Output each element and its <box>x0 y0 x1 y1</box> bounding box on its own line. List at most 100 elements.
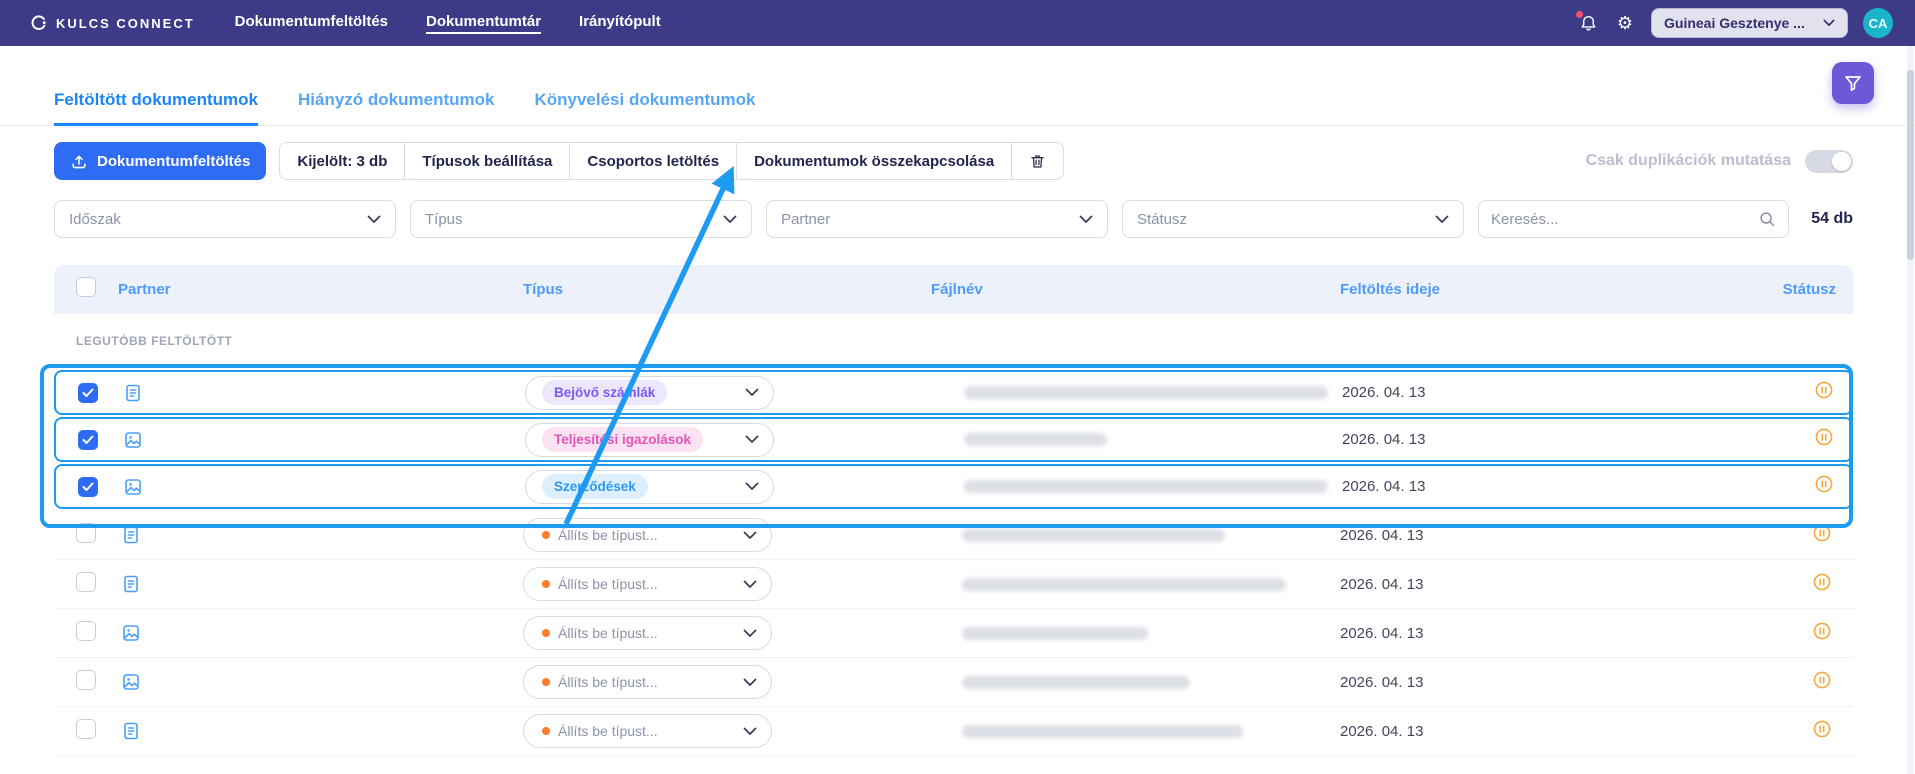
row-type-select[interactable]: Állíts be típust... <box>523 518 772 552</box>
row-checkbox[interactable] <box>76 669 96 690</box>
filter-tipus-select[interactable]: Típus <box>410 200 752 238</box>
table-row[interactable]: Állíts be típust... 2026. 04. 13 <box>54 511 1853 560</box>
scrollbar-thumb[interactable] <box>1907 70 1914 260</box>
row-checkbox[interactable] <box>76 620 96 641</box>
tab-konyvelesi-dokumentumok[interactable]: Könyvelési dokumentumok <box>534 90 755 125</box>
row-type-select[interactable]: Állíts be típust... <box>523 616 772 650</box>
file-icon <box>112 525 174 545</box>
filename-blurred <box>964 386 1328 399</box>
status-pending-icon[interactable] <box>1813 671 1831 689</box>
status-pending-icon[interactable] <box>1813 573 1831 591</box>
filename-blurred <box>964 480 1328 493</box>
image-icon <box>112 623 174 643</box>
trash-icon <box>1029 153 1046 170</box>
table-row[interactable]: Bejövő számlák 2026. 04. 13 <box>54 370 1853 415</box>
upload-date: 2026. 04. 13 <box>1342 478 1426 495</box>
top-navbar: KULCS CONNECT Dokumentumfeltöltés Dokume… <box>0 0 1915 46</box>
image-icon <box>112 672 174 692</box>
document-tabs: Feltöltött dokumentumok Hiányzó dokument… <box>0 46 1915 126</box>
set-types-button[interactable]: Típusok beállítása <box>405 143 571 179</box>
table-row[interactable]: Szerződések 2026. 04. 13 <box>54 464 1853 509</box>
chevron-down-icon <box>745 435 759 444</box>
upload-date: 2026. 04. 13 <box>1342 431 1426 448</box>
table-row[interactable]: Állíts be típust... 2026. 04. 13 <box>54 560 1853 609</box>
floating-action-button[interactable] <box>1832 62 1874 104</box>
brand-logo-icon <box>30 14 48 32</box>
row-checkbox[interactable] <box>78 429 98 450</box>
filter-idoszak-select[interactable]: Időszak <box>54 200 396 238</box>
column-header-partner[interactable]: Partner <box>112 281 523 298</box>
nav-item-iranyitopult[interactable]: Irányítópult <box>579 13 661 34</box>
link-documents-button[interactable]: Dokumentumok összekapcsolása <box>737 143 1013 179</box>
toggle-knob <box>1832 151 1851 171</box>
company-selector[interactable]: Guineai Gesztenye ... <box>1651 8 1848 38</box>
column-header-tipus[interactable]: Típus <box>523 281 772 298</box>
upload-documents-button[interactable]: Dokumentumfeltöltés <box>54 142 267 180</box>
column-header-statusz[interactable]: Státusz <box>1693 281 1853 298</box>
upload-date: 2026. 04. 13 <box>1342 384 1426 401</box>
filter-statusz-select[interactable]: Státusz <box>1122 200 1464 238</box>
duplicates-toggle[interactable] <box>1805 149 1853 173</box>
unset-type-dot-icon <box>542 531 550 539</box>
file-icon <box>114 383 176 403</box>
table-row[interactable]: Állíts be típust... 2026. 04. 13 <box>54 707 1853 756</box>
status-pending-icon[interactable] <box>1813 720 1831 738</box>
status-pending-icon[interactable] <box>1815 381 1833 399</box>
column-header-fajlnev[interactable]: Fájlnév <box>772 281 1340 298</box>
search-box[interactable] <box>1478 200 1789 238</box>
delete-button[interactable] <box>1012 143 1064 179</box>
filter-row: Időszak Típus Partner Státusz 54 db <box>54 200 1853 238</box>
avatar[interactable]: CA <box>1863 8 1893 38</box>
type-placeholder: Állíts be típust... <box>542 625 658 641</box>
status-pending-icon[interactable] <box>1813 524 1831 542</box>
table-row[interactable]: Állíts be típust... 2026. 04. 13 <box>54 658 1853 707</box>
row-checkbox[interactable] <box>76 718 96 739</box>
chevron-down-icon <box>723 215 737 224</box>
tab-hianyzo-dokumentumok[interactable]: Hiányzó dokumentumok <box>298 90 494 125</box>
column-header-feltoltes-ideje[interactable]: Feltöltés ideje <box>1340 281 1693 298</box>
unset-type-dot-icon <box>542 580 550 588</box>
selected-count-button[interactable]: Kijelölt: 3 db <box>280 143 406 179</box>
chevron-down-icon <box>745 388 759 397</box>
row-checkbox[interactable] <box>76 522 96 543</box>
unset-type-dot-icon <box>542 629 550 637</box>
row-checkbox[interactable] <box>76 571 96 592</box>
filter-idoszak-label: Időszak <box>69 210 121 228</box>
upload-button-label: Dokumentumfeltöltés <box>97 152 251 170</box>
tab-feltoltott-dokumentumok[interactable]: Feltöltött dokumentumok <box>54 90 258 126</box>
upload-icon <box>70 152 88 170</box>
bulk-download-button[interactable]: Csoportos letöltés <box>570 143 738 179</box>
settings-gear-icon[interactable]: ⚙ <box>1614 12 1636 34</box>
row-checkbox[interactable] <box>78 476 98 497</box>
row-type-select[interactable]: Állíts be típust... <box>523 567 772 601</box>
notifications-bell-icon[interactable] <box>1575 10 1599 34</box>
result-count: 54 db <box>1811 210 1853 227</box>
file-icon <box>112 721 174 741</box>
brand-logo[interactable]: KULCS CONNECT <box>30 14 195 32</box>
chevron-down-icon <box>367 215 381 224</box>
filter-partner-select[interactable]: Partner <box>766 200 1108 238</box>
select-all-checkbox[interactable] <box>76 277 96 297</box>
nav-item-dokumentumtar[interactable]: Dokumentumtár <box>426 13 542 34</box>
status-pending-icon[interactable] <box>1813 622 1831 640</box>
status-pending-icon[interactable] <box>1815 475 1833 493</box>
chevron-down-icon <box>745 482 759 491</box>
chevron-down-icon <box>743 531 757 540</box>
scrollbar[interactable] <box>1907 46 1914 774</box>
table-row[interactable]: Állíts be típust... 2026. 04. 13 <box>54 609 1853 658</box>
row-type-select[interactable]: Bejövő számlák <box>525 375 774 410</box>
row-type-select[interactable]: Állíts be típust... <box>523 714 772 748</box>
row-type-select[interactable]: Teljesítési igazolások <box>525 422 774 457</box>
type-placeholder: Állíts be típust... <box>542 723 658 739</box>
search-input[interactable] <box>1491 210 1758 228</box>
table-row[interactable]: Teljesítési igazolások 2026. 04. 13 <box>54 417 1853 462</box>
chevron-down-icon <box>1435 215 1449 224</box>
nav-item-dokumentumfeltoltes[interactable]: Dokumentumfeltöltés <box>235 13 388 34</box>
row-checkbox[interactable] <box>78 382 98 403</box>
row-type-select[interactable]: Szerződések <box>525 469 774 504</box>
duplicates-toggle-label: Csak duplikációk mutatása <box>1585 152 1791 169</box>
status-pending-icon[interactable] <box>1815 428 1833 446</box>
row-type-select[interactable]: Állíts be típust... <box>523 665 772 699</box>
chevron-down-icon <box>743 678 757 687</box>
filename-blurred <box>962 577 1286 591</box>
